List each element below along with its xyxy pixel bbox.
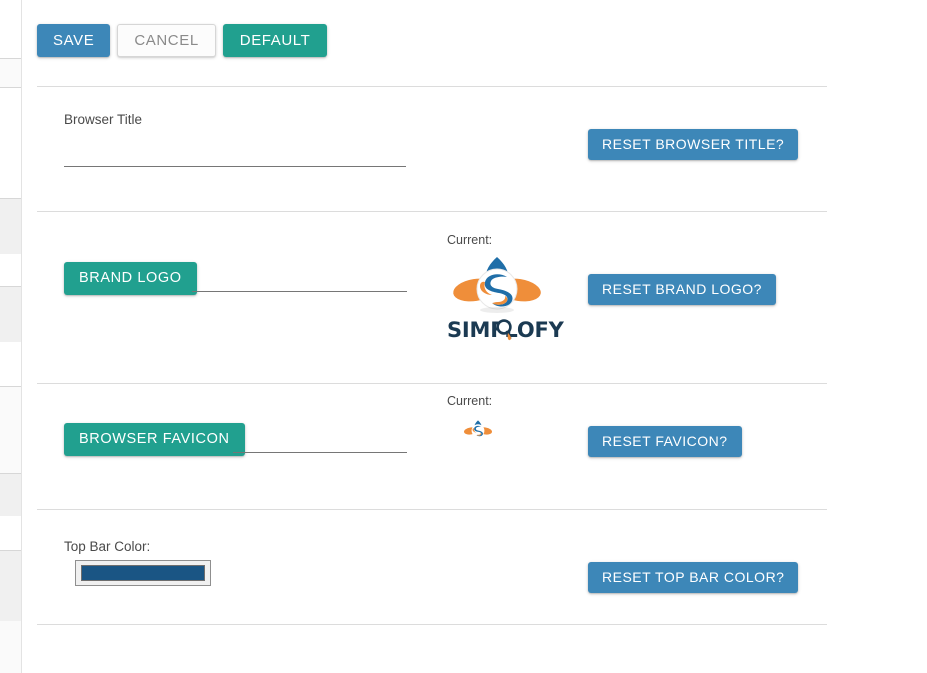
reset-favicon-button[interactable]: RESET FAVICON? bbox=[588, 426, 742, 457]
strip-row bbox=[0, 287, 21, 342]
strip-row bbox=[0, 0, 21, 58]
row-brand-logo: BRAND LOGO Current: RESET BRAND LOGO? bbox=[37, 212, 827, 383]
branding-settings-page: SAVE CANCEL DEFAULT Browser Title RESET … bbox=[0, 0, 927, 673]
top-bar-color-input[interactable] bbox=[75, 560, 211, 586]
row-divider bbox=[37, 624, 827, 625]
cancel-button[interactable]: CANCEL bbox=[117, 24, 216, 57]
brand-logo-preview: SIMFLOFY bbox=[447, 253, 564, 342]
browser-favicon-current-label: Current: bbox=[447, 394, 493, 408]
magnifier-icon bbox=[496, 319, 512, 341]
settings-panel: SAVE CANCEL DEFAULT Browser Title RESET … bbox=[22, 0, 927, 673]
strip-row bbox=[0, 59, 21, 87]
settings-rows: Browser Title RESET BROWSER TITLE? BRAND… bbox=[37, 86, 842, 625]
browser-favicon-upload-button[interactable]: BROWSER FAVICON bbox=[64, 423, 245, 456]
action-toolbar: SAVE CANCEL DEFAULT bbox=[37, 24, 328, 57]
strip-row bbox=[0, 342, 21, 386]
favicon-preview bbox=[447, 414, 509, 449]
simflofy-favicon-icon bbox=[463, 420, 493, 437]
browser-favicon-current: Current: bbox=[447, 394, 509, 449]
strip-row bbox=[0, 387, 21, 473]
reset-top-bar-color-button[interactable]: RESET TOP BAR COLOR? bbox=[588, 562, 799, 593]
top-bar-color-label: Top Bar Color: bbox=[64, 539, 151, 554]
browser-title-label: Browser Title bbox=[64, 112, 143, 127]
brand-logo-upload-button[interactable]: BRAND LOGO bbox=[64, 262, 197, 295]
default-button[interactable]: DEFAULT bbox=[222, 24, 328, 57]
row-browser-title: Browser Title RESET BROWSER TITLE? bbox=[37, 87, 827, 211]
strip-row bbox=[0, 474, 21, 516]
reset-browser-title-button[interactable]: RESET BROWSER TITLE? bbox=[588, 129, 799, 160]
browser-title-input[interactable] bbox=[64, 147, 406, 167]
browser-favicon-file-input[interactable] bbox=[233, 433, 407, 453]
row-top-bar-color: Top Bar Color: RESET TOP BAR COLOR? bbox=[37, 510, 827, 624]
top-bar-color-swatch-fill bbox=[81, 565, 205, 581]
strip-row bbox=[0, 88, 21, 198]
strip-row bbox=[0, 516, 21, 550]
strip-row bbox=[0, 621, 21, 673]
reset-brand-logo-button[interactable]: RESET BRAND LOGO? bbox=[588, 274, 776, 305]
strip-row bbox=[0, 254, 21, 286]
row-browser-favicon: BROWSER FAVICON Current: RESET FAVICON? bbox=[37, 384, 827, 509]
simflofy-logo-icon bbox=[453, 257, 541, 313]
brand-logo-file-input[interactable] bbox=[192, 272, 407, 292]
save-button[interactable]: SAVE bbox=[37, 24, 111, 57]
brand-logo-current-label: Current: bbox=[447, 233, 493, 247]
strip-row bbox=[0, 199, 21, 254]
strip-row bbox=[0, 551, 21, 621]
simflofy-wordmark: SIMFLOFY bbox=[447, 318, 564, 342]
background-list-strip bbox=[0, 0, 22, 673]
brand-logo-current: Current: bbox=[447, 233, 564, 342]
